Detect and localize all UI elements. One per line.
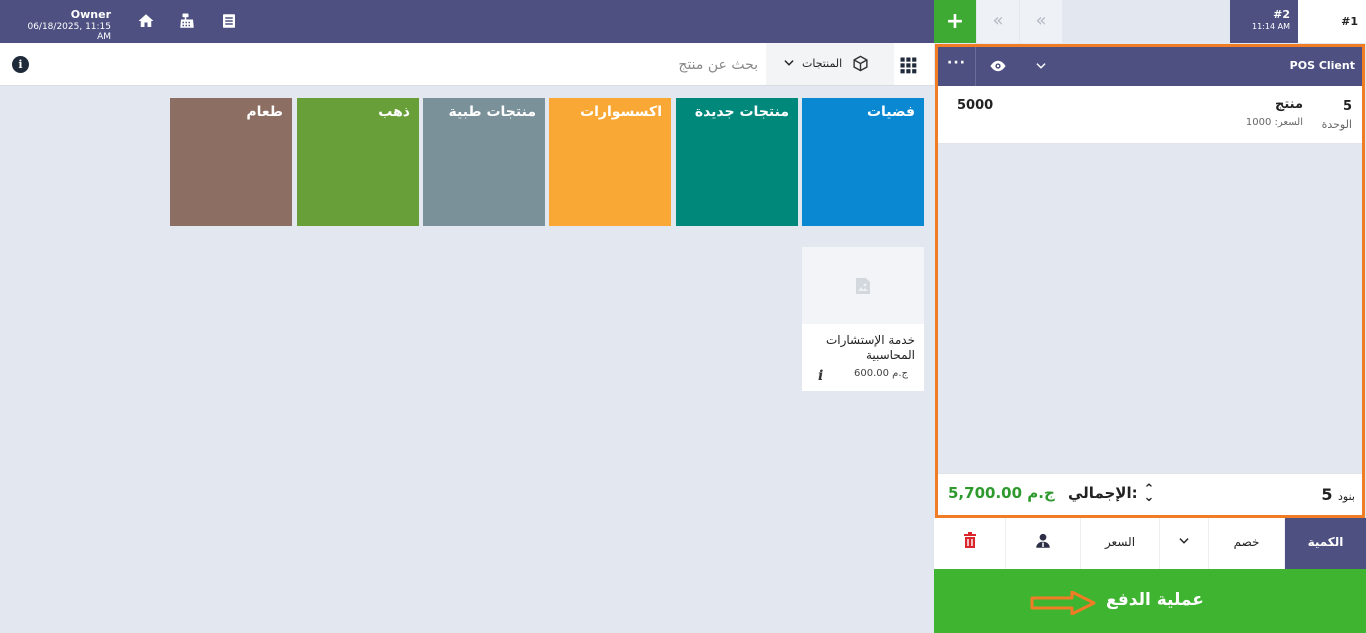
product-price: 600.00 ج.م [854,368,908,379]
order-tab-active[interactable]: #1 [1298,0,1366,43]
order-line[interactable]: 5 الوحدة منتج السعر: 1000 5000 [938,86,1362,144]
home-icon[interactable] [137,12,155,30]
sort-icon[interactable]: ⌃ ⌄ [1142,483,1156,504]
order-tab-time: 11:14 AM [1252,22,1290,31]
payment-label: عملية الدفع [1106,590,1204,610]
items-count-label: بنود [1338,490,1355,503]
cash-register-icon[interactable] [178,12,196,30]
chevron-down-icon [784,60,794,66]
arrow-right-icon [1030,591,1096,615]
order-tab[interactable]: #2 11:14 AM [1230,0,1298,43]
category-select[interactable]: المنتجات [766,43,894,85]
box-icon [853,55,868,72]
line-product-name: منتج [1274,97,1303,112]
price-button[interactable]: السعر [1081,518,1160,569]
total-value: 5,700.00 ج.م [948,484,1055,502]
chevron-down-icon[interactable] [1034,59,1048,73]
category-tile[interactable]: منتجات جديدة [676,98,798,226]
total-label: الإجمالي: [1068,484,1138,502]
more-options-button[interactable]: ··· [938,47,976,86]
receipt-icon[interactable] [220,12,238,30]
action-row: السعر خصم الكمية [934,518,1366,569]
category-tile[interactable]: اكسسوارات [549,98,671,226]
order-tab-number: #2 [1273,8,1290,21]
eye-icon[interactable] [988,57,1008,75]
line-unit-price: السعر: 1000 [1245,117,1303,128]
category-select-label: المنتجات [802,57,843,70]
category-tile[interactable]: فضيات [802,98,924,226]
trash-icon [963,532,976,548]
category-label: طعام [246,104,283,120]
grid-icon[interactable] [898,55,918,75]
line-unit: الوحدة [1321,118,1352,131]
discount-dropdown-button[interactable] [1160,518,1209,569]
add-order-button[interactable]: + [934,0,976,43]
search-input[interactable] [500,51,758,78]
order-footer: 5 بنود ⌃ ⌄ الإجمالي: 5,700.00 ج.م [938,473,1362,515]
orders-bar: + « « #2 11:14 AM #1 [934,0,1366,43]
product-info-icon[interactable]: i [818,368,823,384]
product-image-placeholder [802,247,924,324]
chevron-down-icon [1179,538,1189,544]
line-quantity: 5 [1342,99,1352,114]
order-panel: ··· POS Client 5 الوحدة منتج السعر: 1000… [935,44,1365,518]
category-label: فضيات [866,104,915,120]
category-tile[interactable]: منتجات طبية [423,98,545,226]
info-icon[interactable]: i [12,56,29,73]
user-name: Owner [70,8,111,21]
category-label: منتجات طبية [448,104,537,120]
top-header: Owner 06/18/2025, 11:15 AM [0,0,934,43]
category-label: اكسسوارات [580,104,662,120]
order-header: ··· POS Client [938,47,1362,86]
session-datetime: 06/18/2025, 11:15 AM [27,22,111,42]
category-tile[interactable]: طعام [170,98,292,226]
line-total: 5000 [957,98,994,113]
delete-button[interactable] [934,518,1006,569]
next-orders-button[interactable]: « [1020,0,1062,43]
discount-button[interactable]: خصم [1209,518,1285,569]
client-name[interactable]: POS Client [1290,59,1355,72]
previous-orders-button[interactable]: « [977,0,1019,43]
image-placeholder-icon [856,278,870,294]
quantity-button[interactable]: الكمية [1285,518,1366,569]
search-bar: i المنتجات [0,43,934,86]
customer-button[interactable] [1006,518,1081,569]
product-name: خدمة الإستشارات المحاسبية [825,333,915,362]
product-card[interactable]: خدمة الإستشارات المحاسبية 600.00 ج.م i [802,247,924,391]
items-count: 5 بنود [1321,485,1355,504]
category-tile[interactable]: ذهب [297,98,419,226]
payment-button[interactable]: عملية الدفع [934,569,1366,633]
user-info: Owner 06/18/2025, 11:15 AM [14,8,111,42]
category-label: منتجات جديدة [694,104,789,120]
items-count-value: 5 [1321,485,1333,504]
category-label: ذهب [378,104,410,120]
user-icon [1036,533,1050,548]
